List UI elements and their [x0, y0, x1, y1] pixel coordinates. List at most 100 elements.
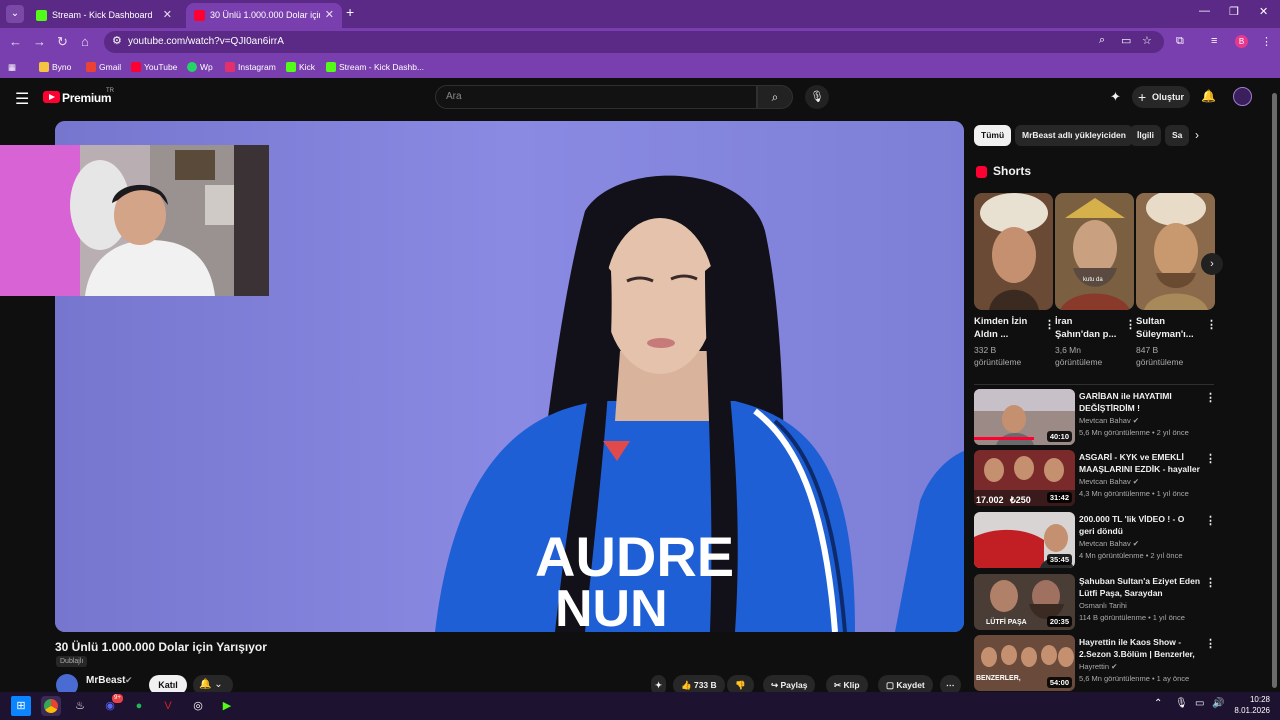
steam-icon[interactable]: ♨ — [70, 696, 90, 716]
tab-youtube-video[interactable]: 30 Ünlü 1.000.000 Dolar için Yarışıyor ✕ — [186, 3, 342, 28]
recommended-video[interactable]: BENZERLER, 54:00 Hayrettin ile Kaos Show… — [974, 635, 1219, 693]
video-thumbnail[interactable]: 35:45 — [974, 512, 1075, 568]
youtube-premium-logo[interactable]: Premium — [62, 91, 112, 105]
more-vertical-icon[interactable]: ⋮ — [1205, 391, 1216, 404]
tab-search-chevron-icon[interactable]: ⌄ — [6, 5, 24, 23]
short-title[interactable]: Aldın ... — [974, 328, 1040, 341]
video-thumbnail[interactable]: 17.002 ₺250 31:42 — [974, 450, 1075, 506]
recommended-video[interactable]: 35:45 200.000 TL 'lik VİDEO ! - O geri d… — [974, 512, 1219, 570]
windows-start-icon[interactable]: ⊞ — [11, 696, 31, 716]
url-text[interactable]: youtube.com/watch?v=QJI0an6irrA — [128, 31, 284, 53]
recommended-video[interactable]: 40:10 GARİBAN ile HAYATIMI DEĞİŞTİRDİM !… — [974, 389, 1219, 447]
chrome-icon[interactable] — [41, 696, 61, 716]
short-card[interactable]: Sultan Süleyman'ı... 847 B görüntüleme ⋮ — [1136, 193, 1217, 367]
more-menu-icon[interactable]: ⋮ — [1261, 35, 1272, 48]
create-button[interactable]: + Oluştur — [1132, 86, 1190, 108]
close-tab-icon[interactable]: ✕ — [325, 3, 334, 28]
short-card[interactable]: Kimden İzin Aldın ... 332 B görüntüleme … — [974, 193, 1055, 367]
bookmark-youtube[interactable]: YouTube — [131, 56, 177, 78]
bookmark-wp[interactable]: Wp — [187, 56, 213, 78]
bookmark-gmail[interactable]: Gmail — [86, 56, 121, 78]
bookmark-star-icon[interactable]: ☆ — [1142, 34, 1152, 47]
chip-related[interactable]: İlgili — [1130, 125, 1161, 146]
short-thumbnail[interactable] — [1136, 193, 1215, 310]
more-vertical-icon[interactable]: ⋮ — [1125, 318, 1136, 331]
short-title[interactable]: Kimden İzin — [974, 315, 1040, 328]
new-tab-button[interactable]: + — [346, 4, 354, 20]
chevron-right-icon[interactable]: › — [1195, 128, 1199, 142]
youtube-logo-icon[interactable] — [43, 91, 60, 103]
microphone-icon[interactable]: 🎙 — [1175, 698, 1188, 709]
video-thumbnail[interactable]: BENZERLER, 54:00 — [974, 635, 1075, 691]
site-info-icon[interactable]: ⚙ — [112, 34, 122, 47]
discord-icon[interactable]: ◉ 9+ — [100, 694, 123, 716]
shorts-next-button[interactable]: › — [1201, 253, 1223, 275]
more-vertical-icon[interactable]: ⋮ — [1205, 637, 1216, 650]
video-title[interactable]: 200.000 TL 'lik VİDEO ! - O geri döndü — [1079, 513, 1201, 537]
valorant-icon[interactable]: V — [158, 696, 178, 716]
short-title[interactable]: İran — [1055, 315, 1121, 328]
media-control-icon[interactable]: ≡ — [1211, 35, 1217, 47]
zoom-icon[interactable]: ⌕ — [1099, 34, 1105, 47]
notifications-bell-icon[interactable]: 🔔 — [1201, 89, 1216, 103]
video-thumbnail[interactable]: 40:10 — [974, 389, 1075, 445]
voice-search-button[interactable]: 🎙 — [805, 85, 829, 109]
short-card[interactable]: kutu da İran Şahın'dan p... 3,6 Mn görün… — [1055, 193, 1136, 367]
channel-name[interactable]: Mevtcan Bahav ✔ — [1079, 416, 1139, 425]
back-icon[interactable]: ← — [9, 34, 22, 50]
channel-name[interactable]: Hayrettin ✔ — [1079, 662, 1117, 671]
more-vertical-icon[interactable]: ⋮ — [1205, 576, 1216, 589]
minimize-icon[interactable]: — — [1199, 5, 1210, 17]
video-thumbnail[interactable]: LÜTFİ PAŞA 20:35 — [974, 574, 1075, 630]
video-title[interactable]: Hayrettin ile Kaos Show - 2.Sezon 3.Bölü… — [1079, 636, 1201, 660]
chip-more[interactable]: Sa — [1165, 125, 1189, 146]
more-vertical-icon[interactable]: ⋮ — [1206, 318, 1217, 331]
account-avatar[interactable] — [1233, 87, 1252, 106]
spotify-icon[interactable]: ● — [129, 696, 149, 716]
chip-from-mrbeast[interactable]: MrBeast adlı yükleyiciden — [1015, 125, 1133, 146]
network-icon[interactable]: ▭ — [1195, 698, 1204, 709]
hamburger-menu-icon[interactable]: ☰ — [15, 89, 29, 109]
system-clock[interactable]: 10:28 8.01.2026 — [1230, 694, 1270, 716]
recommended-video[interactable]: LÜTFİ PAŞA 20:35 Şahuban Sultan'a Eziyet… — [974, 574, 1219, 632]
reload-icon[interactable]: ↻ — [57, 34, 68, 50]
chip-all[interactable]: Tümü — [974, 125, 1012, 146]
more-vertical-icon[interactable]: ⋮ — [1205, 514, 1216, 527]
video-title[interactable]: Şahuban Sultan'a Eziyet Eden Lütfi Paşa,… — [1079, 575, 1201, 599]
tray-chevron-up-icon[interactable]: ⌃ — [1154, 698, 1162, 709]
bookmark-kick-dashboard[interactable]: Stream - Kick Dashb... — [326, 56, 424, 78]
recommended-video[interactable]: 17.002 ₺250 31:42 ASGARİ - KYK ve EMEKLİ … — [974, 450, 1219, 508]
more-vertical-icon[interactable]: ⋮ — [1205, 452, 1216, 465]
forward-icon[interactable]: → — [33, 34, 46, 50]
home-icon[interactable]: ⌂ — [81, 34, 89, 50]
obs-icon[interactable]: ◎ — [188, 696, 208, 716]
volume-icon[interactable]: 🔊 — [1212, 698, 1224, 709]
channel-name[interactable]: Osmanlı Tarihi — [1079, 601, 1127, 610]
close-tab-icon[interactable]: ✕ — [163, 3, 172, 28]
channel-name[interactable]: Mevtcan Bahav ✔ — [1079, 477, 1139, 486]
tab-kick-dashboard[interactable]: Stream - Kick Dashboard ✕ — [28, 3, 180, 28]
short-thumbnail[interactable] — [974, 193, 1053, 310]
address-bar[interactable]: ⚙ youtube.com/watch?v=QJI0an6irrA ⌕ ▭ ☆ — [104, 31, 1164, 53]
profile-avatar[interactable]: B — [1235, 35, 1248, 48]
cast-icon[interactable]: ▭ — [1121, 34, 1131, 47]
more-vertical-icon[interactable]: ⋮ — [1044, 318, 1055, 331]
restore-icon[interactable]: ❐ — [1229, 5, 1239, 18]
short-title[interactable]: Şahın'dan p... — [1055, 328, 1121, 341]
close-window-icon[interactable]: ✕ — [1259, 5, 1268, 18]
search-input[interactable]: Ara — [435, 85, 757, 109]
short-title[interactable]: Sultan — [1136, 315, 1202, 328]
short-title[interactable]: Süleyman'ı... — [1136, 328, 1202, 341]
short-thumbnail[interactable]: kutu da — [1055, 193, 1134, 310]
apps-grid-icon[interactable]: ▦ — [8, 56, 16, 78]
bookmark-kick[interactable]: Kick — [286, 56, 315, 78]
extensions-icon[interactable]: ⧉ — [1176, 35, 1184, 48]
bookmark-byno[interactable]: Byno — [39, 56, 71, 78]
kick-app-icon[interactable]: ▶ — [217, 696, 237, 716]
search-button[interactable]: ⌕ — [757, 85, 793, 109]
bookmark-instagram[interactable]: Instagram — [225, 56, 276, 78]
channel-name[interactable]: MrBeast — [86, 675, 125, 686]
video-title[interactable]: ASGARİ - KYK ve EMEKLİ MAAŞLARINI EZDİK … — [1079, 451, 1201, 475]
page-scrollbar-thumb[interactable] — [1272, 93, 1277, 688]
cast-icon[interactable]: ✦ — [1110, 89, 1121, 105]
